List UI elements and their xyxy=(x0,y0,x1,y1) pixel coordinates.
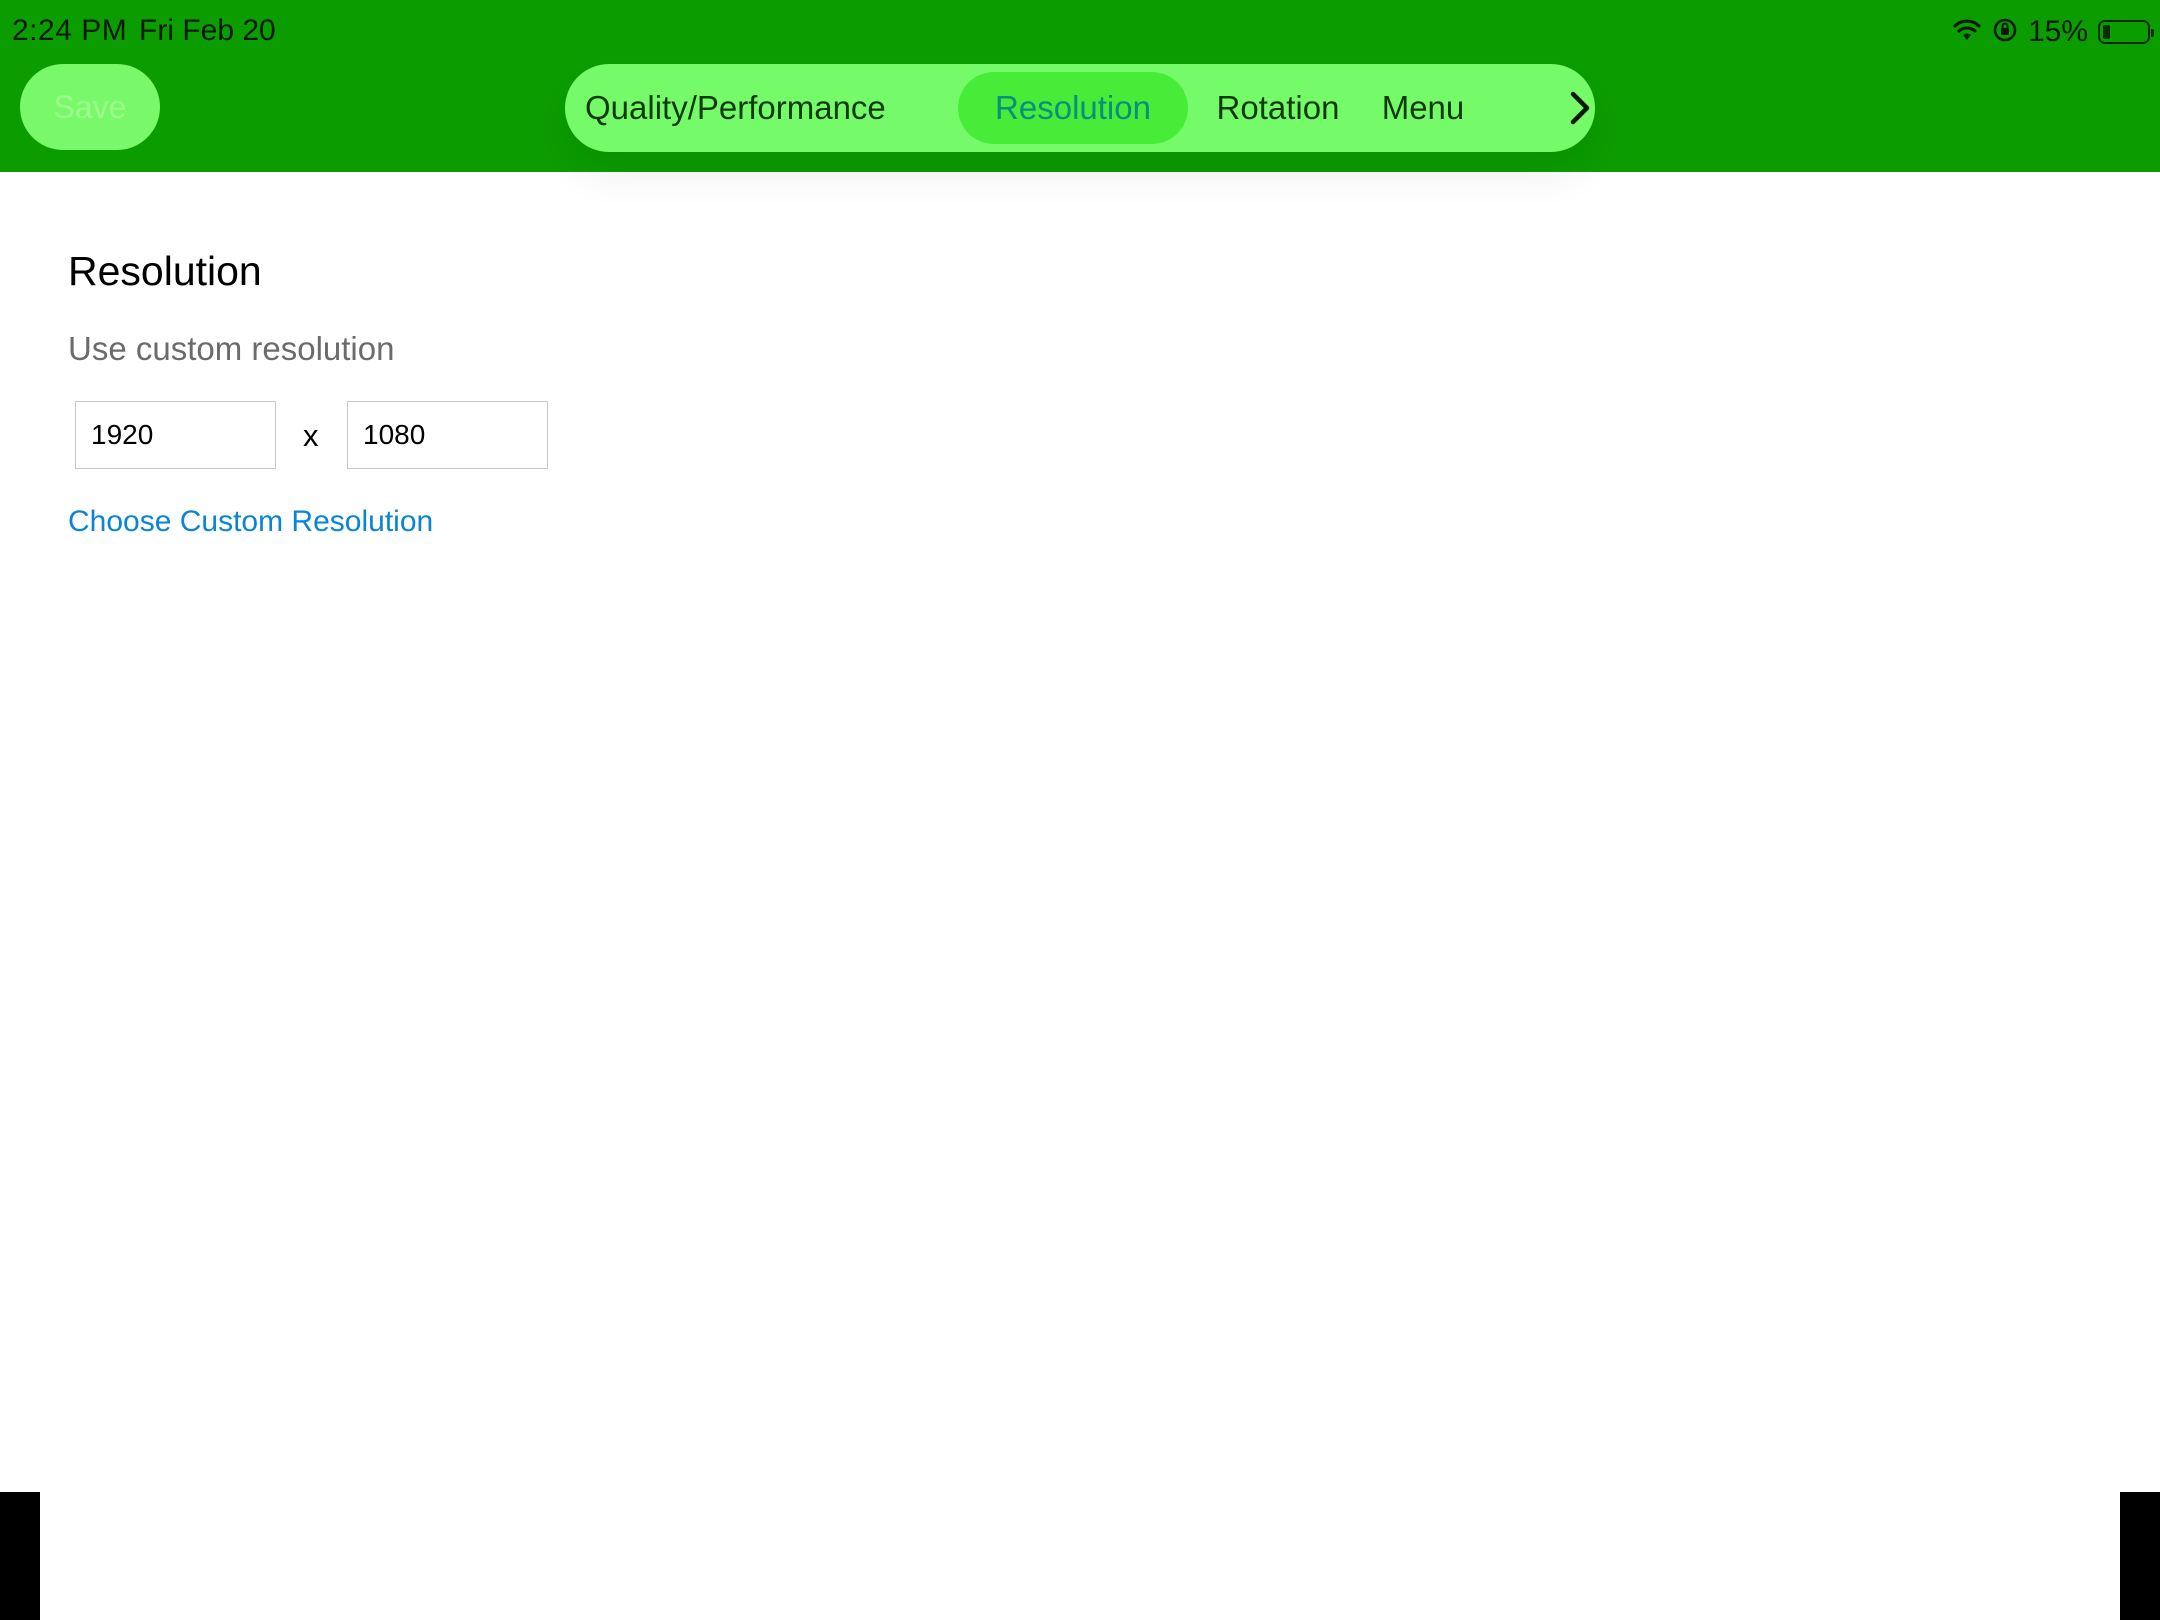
height-input[interactable] xyxy=(347,401,548,469)
tab-menu[interactable]: Menu xyxy=(1368,72,1478,144)
width-input[interactable] xyxy=(75,401,276,469)
chevron-right-icon[interactable] xyxy=(1565,88,1595,128)
tab-resolution[interactable]: Resolution xyxy=(958,72,1188,144)
tab-quality-performance[interactable]: Quality/Performance xyxy=(585,72,886,144)
choose-custom-resolution-link[interactable]: Choose Custom Resolution xyxy=(68,505,433,539)
status-time: 2:24 PM xyxy=(12,14,128,47)
battery-percent: 15% xyxy=(2027,15,2088,48)
tab-bar: Quality/Performance Resolution Rotation … xyxy=(565,64,1595,152)
rotation-lock-icon xyxy=(1992,17,2018,48)
resolution-separator: x xyxy=(303,418,319,453)
battery-level xyxy=(2103,25,2110,39)
top-bar: 2:24 PM Fri Feb 20 15% Save Quality/Perf… xyxy=(0,0,2160,172)
bottom-left-edge xyxy=(0,1492,40,1620)
custom-resolution-label: Use custom resolution xyxy=(68,330,395,367)
status-date: Fri Feb 20 xyxy=(139,14,276,47)
wifi-icon xyxy=(1952,18,1982,47)
bottom-right-edge xyxy=(2120,1492,2160,1620)
tab-rotation[interactable]: Rotation xyxy=(1208,72,1348,144)
save-button[interactable]: Save xyxy=(20,64,160,150)
page-title: Resolution xyxy=(68,248,262,294)
battery-icon xyxy=(2098,20,2154,44)
status-icons: 15% xyxy=(1952,14,2154,50)
